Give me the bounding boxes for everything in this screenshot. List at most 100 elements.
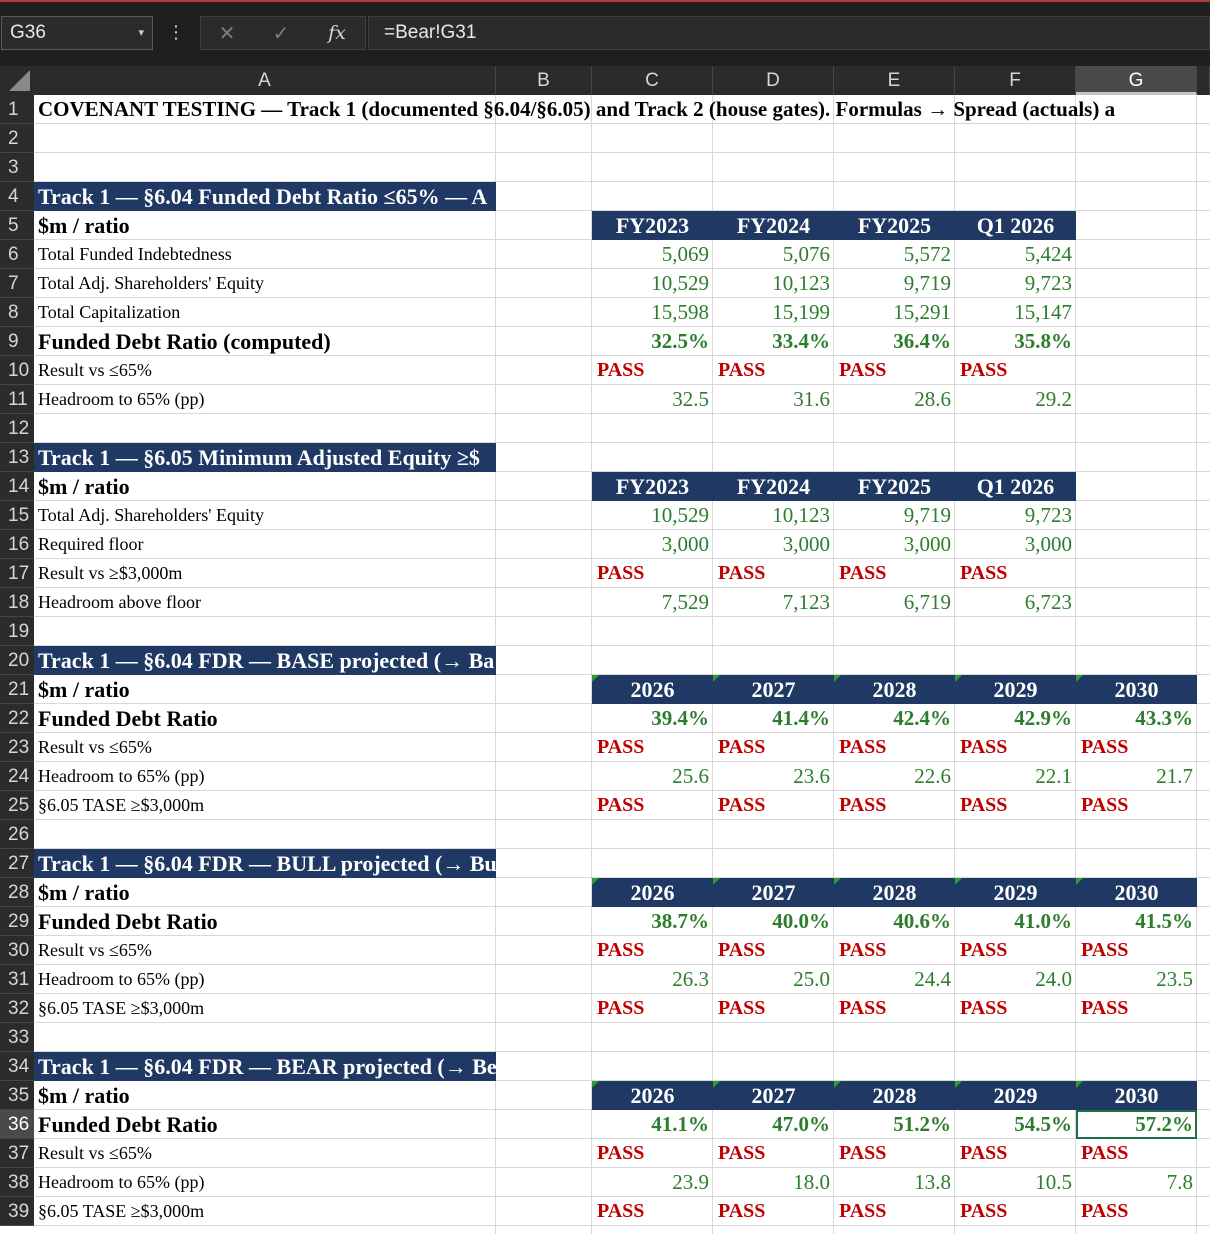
cell-d11[interactable]: 31.6 (713, 385, 834, 414)
cell-a38[interactable]: Headroom to 65% (pp) (34, 1168, 496, 1197)
cell-f7[interactable]: 9,723 (955, 269, 1076, 298)
cell-f24[interactable]: 22.1 (955, 762, 1076, 791)
row-header-23[interactable]: 23 (0, 733, 34, 762)
cell-g39[interactable]: PASS (1076, 1197, 1197, 1226)
cell-a8[interactable]: Total Capitalization (34, 298, 496, 327)
cell-e18[interactable]: 6,719 (834, 588, 955, 617)
cell-a27[interactable]: Track 1 — §6.04 FDR — BULL projected (→ … (34, 849, 496, 878)
cell-g28[interactable]: 2030 (1076, 878, 1197, 907)
cell-c7[interactable]: 10,529 (592, 269, 713, 298)
cell-f11[interactable]: 29.2 (955, 385, 1076, 414)
cell-c16[interactable]: 3,000 (592, 530, 713, 559)
cell-g24[interactable]: 21.7 (1076, 762, 1197, 791)
cell-f14[interactable]: Q1 2026 (955, 472, 1076, 501)
cell-e16[interactable]: 3,000 (834, 530, 955, 559)
cell-d7[interactable]: 10,123 (713, 269, 834, 298)
cell-a23[interactable]: Result vs ≤65% (34, 733, 496, 762)
spreadsheet-grid[interactable]: ABCDEFG 1 2 3 4 5 6 7 8 9 10 11 12 13 14 15 16 17 18 19 20 2… (0, 66, 1210, 1234)
row-header-5[interactable]: 5 (0, 211, 34, 240)
cell-a15[interactable]: Total Adj. Shareholders' Equity (34, 501, 496, 530)
column-header-g[interactable]: G (1076, 66, 1197, 95)
cell-c25[interactable]: PASS (592, 791, 713, 820)
row-header-1[interactable]: 1 (0, 95, 34, 124)
cell-a37[interactable]: Result vs ≤65% (34, 1139, 496, 1168)
cell-d23[interactable]: PASS (713, 733, 834, 762)
cell-g30[interactable]: PASS (1076, 936, 1197, 965)
chevron-down-icon[interactable]: ▾ (138, 17, 144, 49)
cell-a36[interactable]: Funded Debt Ratio (34, 1110, 496, 1139)
cell-g29[interactable]: 41.5% (1076, 907, 1197, 936)
cell-e5[interactable]: FY2025 (834, 211, 955, 240)
cell-c30[interactable]: PASS (592, 936, 713, 965)
cell-e7[interactable]: 9,719 (834, 269, 955, 298)
cell-e30[interactable]: PASS (834, 936, 955, 965)
cell-f32[interactable]: PASS (955, 994, 1076, 1023)
cell-e17[interactable]: PASS (834, 559, 955, 588)
row-header-36[interactable]: 36 (0, 1110, 34, 1139)
cell-a4[interactable]: Track 1 — §6.04 Funded Debt Ratio ≤65% —… (34, 182, 496, 211)
row-header-17[interactable]: 17 (0, 559, 34, 588)
cell-a20[interactable]: Track 1 — §6.04 FDR — BASE projected (→ … (34, 646, 496, 675)
cell-d17[interactable]: PASS (713, 559, 834, 588)
cell-e24[interactable]: 22.6 (834, 762, 955, 791)
cell-e9[interactable]: 36.4% (834, 327, 955, 356)
cell-c29[interactable]: 38.7% (592, 907, 713, 936)
cell-f15[interactable]: 9,723 (955, 501, 1076, 530)
cell-f21[interactable]: 2029 (955, 675, 1076, 704)
cell-e38[interactable]: 13.8 (834, 1168, 955, 1197)
cell-f23[interactable]: PASS (955, 733, 1076, 762)
column-header-b[interactable]: B (496, 66, 592, 95)
cell-f10[interactable]: PASS (955, 356, 1076, 385)
cell-c11[interactable]: 32.5 (592, 385, 713, 414)
cell-d30[interactable]: PASS (713, 936, 834, 965)
row-header-39[interactable]: 39 (0, 1197, 34, 1226)
cell-d36[interactable]: 47.0% (713, 1110, 834, 1139)
cell-c10[interactable]: PASS (592, 356, 713, 385)
row-header-2[interactable]: 2 (0, 124, 34, 153)
cell-d9[interactable]: 33.4% (713, 327, 834, 356)
row-header-24[interactable]: 24 (0, 762, 34, 791)
cell-f30[interactable]: PASS (955, 936, 1076, 965)
cell-f16[interactable]: 3,000 (955, 530, 1076, 559)
cell-a16[interactable]: Required floor (34, 530, 496, 559)
cell-c38[interactable]: 23.9 (592, 1168, 713, 1197)
cell-f28[interactable]: 2029 (955, 878, 1076, 907)
row-header-10[interactable]: 10 (0, 356, 34, 385)
cell-d14[interactable]: FY2024 (713, 472, 834, 501)
cell-c32[interactable]: PASS (592, 994, 713, 1023)
cell-a21[interactable]: $m / ratio (34, 675, 496, 704)
row-header-12[interactable]: 12 (0, 414, 34, 443)
formula-input[interactable]: =Bear!G31 (368, 16, 1210, 50)
cell-c28[interactable]: 2026 (592, 878, 713, 907)
cell-f9[interactable]: 35.8% (955, 327, 1076, 356)
row-header-32[interactable]: 32 (0, 994, 34, 1023)
cell-f6[interactable]: 5,424 (955, 240, 1076, 269)
cell-a10[interactable]: Result vs ≤65% (34, 356, 496, 385)
cell-g35[interactable]: 2030 (1076, 1081, 1197, 1110)
cell-f31[interactable]: 24.0 (955, 965, 1076, 994)
row-header-18[interactable]: 18 (0, 588, 34, 617)
cell-a6[interactable]: Total Funded Indebtedness (34, 240, 496, 269)
cell-a30[interactable]: Result vs ≤65% (34, 936, 496, 965)
more-options-icon[interactable]: ⋮ (166, 20, 186, 46)
cell-f22[interactable]: 42.9% (955, 704, 1076, 733)
cell-f18[interactable]: 6,723 (955, 588, 1076, 617)
cell-a7[interactable]: Total Adj. Shareholders' Equity (34, 269, 496, 298)
name-box[interactable]: G36 ▾ (1, 16, 153, 50)
cell-d39[interactable]: PASS (713, 1197, 834, 1226)
row-header-37[interactable]: 37 (0, 1139, 34, 1168)
column-header-c[interactable]: C (592, 66, 713, 95)
row-header-30[interactable]: 30 (0, 936, 34, 965)
row-header-26[interactable]: 26 (0, 820, 34, 849)
cell-g31[interactable]: 23.5 (1076, 965, 1197, 994)
row-header-13[interactable]: 13 (0, 443, 34, 472)
row-header-8[interactable]: 8 (0, 298, 34, 327)
cell-c17[interactable]: PASS (592, 559, 713, 588)
cell-d31[interactable]: 25.0 (713, 965, 834, 994)
cell-f35[interactable]: 2029 (955, 1081, 1076, 1110)
row-header-34[interactable]: 34 (0, 1052, 34, 1081)
cell-d37[interactable]: PASS (713, 1139, 834, 1168)
cell-f36[interactable]: 54.5% (955, 1110, 1076, 1139)
cell-a29[interactable]: Funded Debt Ratio (34, 907, 496, 936)
column-header-d[interactable]: D (713, 66, 834, 95)
